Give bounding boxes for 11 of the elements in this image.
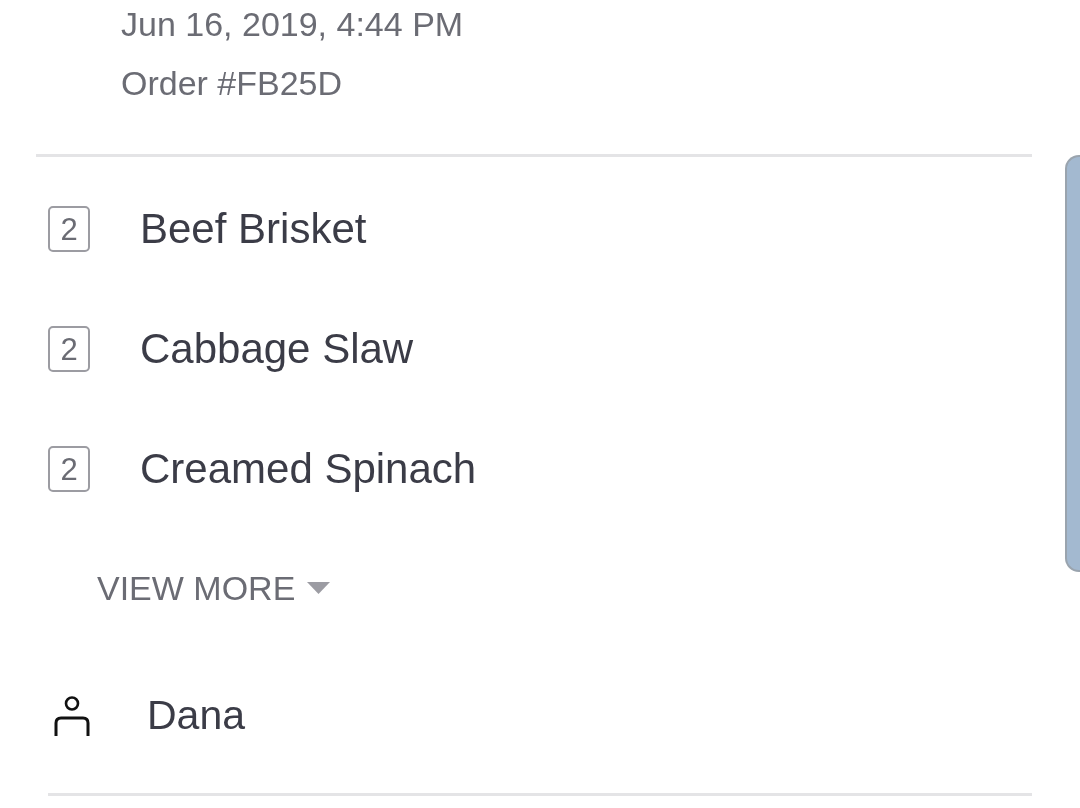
item-name: Cabbage Slaw <box>140 323 414 374</box>
view-more-button[interactable]: VIEW MORE <box>97 567 331 609</box>
item-name: Creamed Spinach <box>140 443 477 494</box>
customer-name: Dana <box>147 691 245 741</box>
order-datetime: Jun 16, 2019, 4:44 PM <box>121 4 464 45</box>
quantity-badge: 2 <box>48 446 90 492</box>
person-icon <box>53 696 91 736</box>
item-name: Beef Brisket <box>140 203 367 254</box>
quantity-badge: 2 <box>48 326 90 372</box>
quantity-badge: 2 <box>48 206 90 252</box>
order-number: Order #FB25D <box>121 63 343 104</box>
